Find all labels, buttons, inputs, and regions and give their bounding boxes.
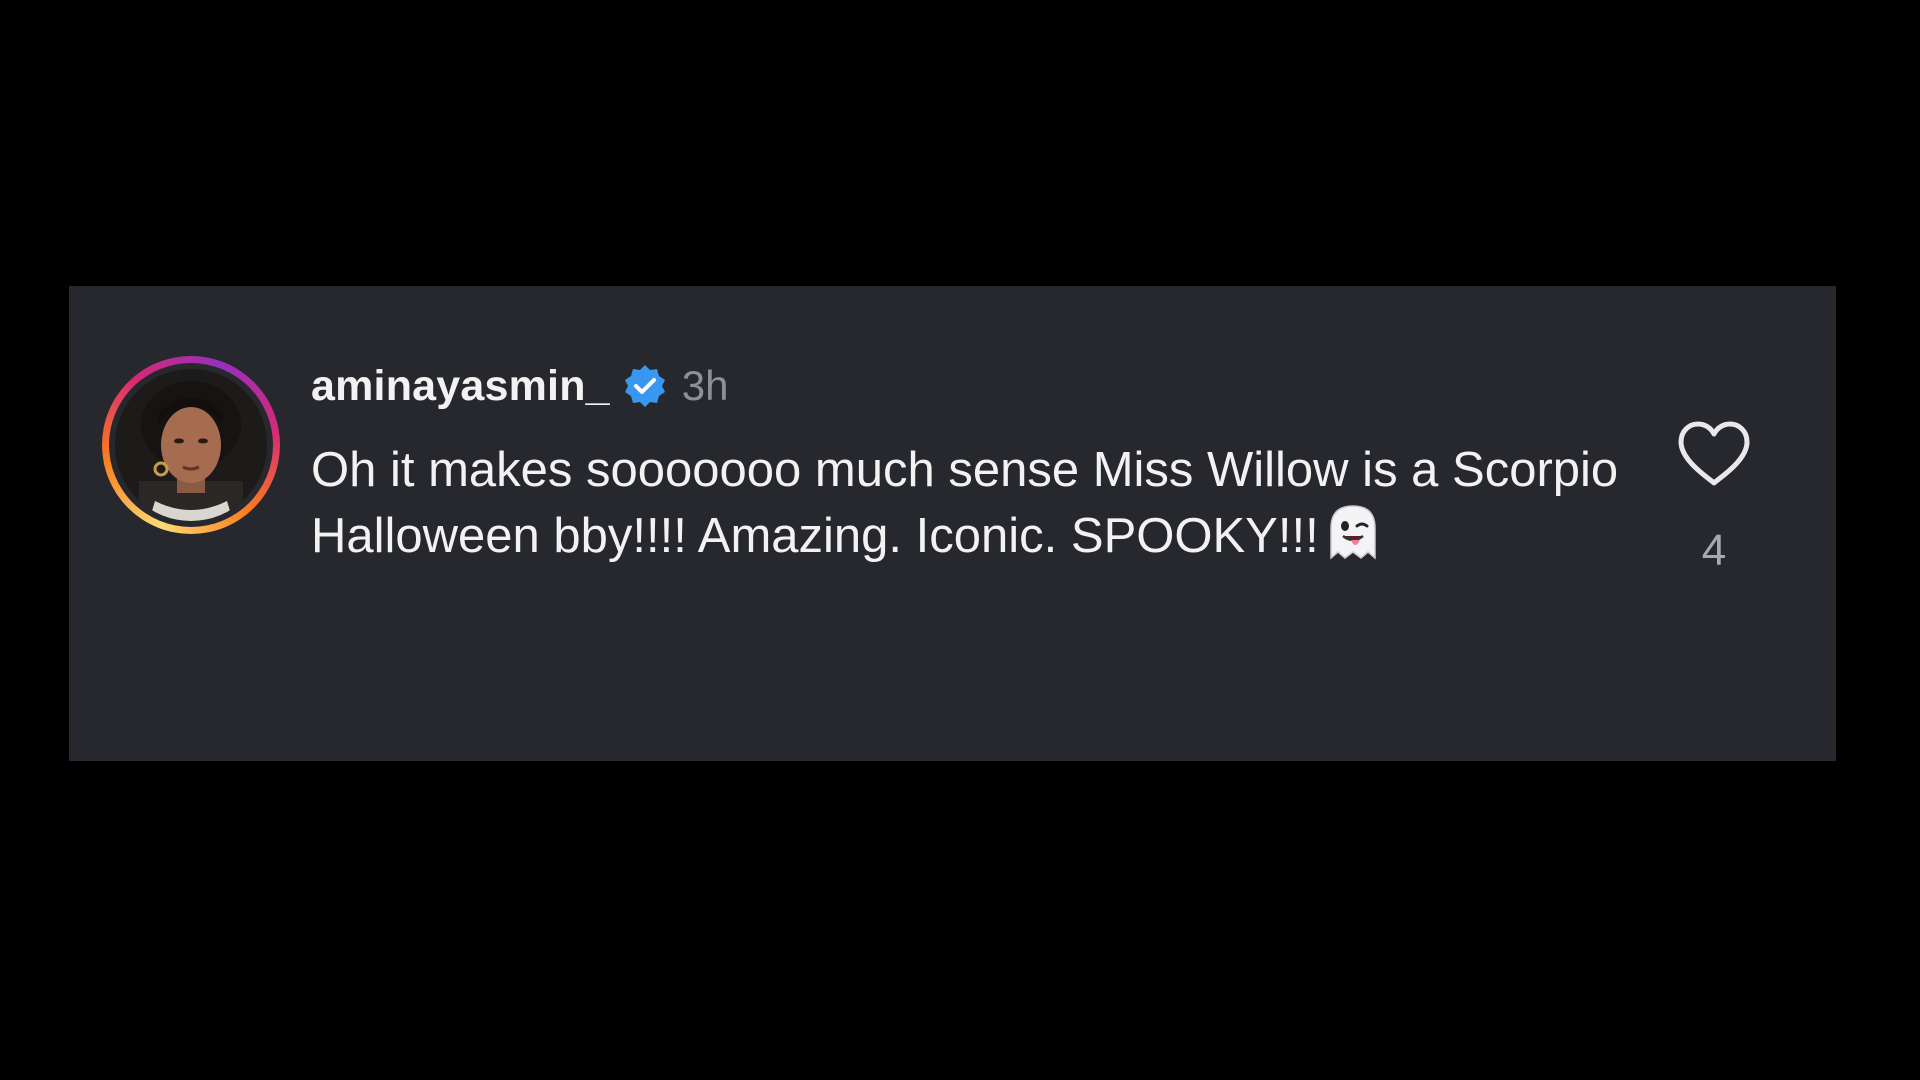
comment-body: Oh it makes sooooooo much sense Miss Wil… bbox=[311, 438, 1641, 568]
username-link[interactable]: aminayasmin_ bbox=[311, 362, 610, 411]
comment-header: aminayasmin_ 3h bbox=[311, 362, 729, 410]
like-button[interactable] bbox=[1669, 412, 1759, 496]
ghost-icon bbox=[1321, 502, 1385, 562]
comment-timestamp: 3h bbox=[681, 362, 729, 409]
comment-text: Oh it makes sooooooo much sense Miss Wil… bbox=[311, 443, 1619, 563]
verified-badge-icon bbox=[622, 363, 668, 409]
comment-card: aminayasmin_ 3h Oh it makes sooooooo muc… bbox=[69, 286, 1836, 761]
like-count: 4 bbox=[1701, 526, 1727, 575]
avatar-portrait-image bbox=[115, 369, 267, 521]
avatar-ring-gap bbox=[109, 363, 273, 527]
heart-outline-icon bbox=[1678, 421, 1750, 486]
screen: aminayasmin_ 3h Oh it makes sooooooo muc… bbox=[0, 0, 1920, 1080]
avatar-story-ring[interactable] bbox=[102, 356, 280, 534]
avatar[interactable] bbox=[115, 369, 267, 521]
